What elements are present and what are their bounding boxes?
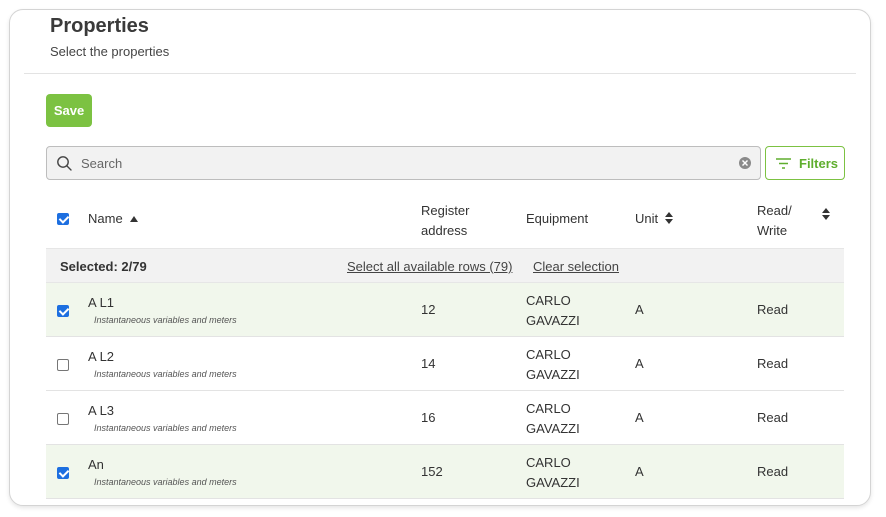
row-register: 12 xyxy=(421,302,436,317)
table-row[interactable]: A L1 Instantaneous variables and meters … xyxy=(46,283,844,337)
column-register-header[interactable]: Register address xyxy=(421,201,469,241)
page-title: Properties xyxy=(50,15,149,37)
row-rw: Read xyxy=(757,302,789,317)
page-subtitle: Select the properties xyxy=(50,44,170,59)
row-register: 14 xyxy=(421,356,436,371)
sort-updown-icon xyxy=(664,212,673,224)
row-description: Instantaneous variables and meters xyxy=(94,369,237,379)
clear-circle-icon[interactable] xyxy=(738,156,752,170)
row-checkbox[interactable] xyxy=(57,305,69,317)
table-row[interactable]: An Instantaneous variables and meters 15… xyxy=(46,445,844,499)
column-register-label-1: Register xyxy=(421,203,470,218)
clear-selection-link[interactable]: Clear selection xyxy=(533,259,619,274)
selection-bar: Selected: 2/79 Select all available rows… xyxy=(46,248,844,283)
table-header: Name Register address Equipment Unit Rea… xyxy=(46,190,844,248)
row-equipment-line2: GAVAZZI xyxy=(526,367,580,382)
row-equipment-line1: CARLO xyxy=(526,401,571,416)
row-rw: Read xyxy=(757,410,789,425)
row-unit: A xyxy=(635,410,644,425)
row-register: 152 xyxy=(421,464,443,479)
row-equipment: CARLO GAVAZZI xyxy=(526,399,606,439)
table-row[interactable]: A L2 Instantaneous variables and meters … xyxy=(46,337,844,391)
row-rw: Read xyxy=(757,356,789,371)
row-equipment-line1: CARLO xyxy=(526,293,571,308)
row-rw: Read xyxy=(757,464,789,479)
search-icon xyxy=(57,156,72,171)
row-name: An xyxy=(88,457,104,472)
row-unit: A xyxy=(635,464,644,479)
column-rw-label-1: Read/ xyxy=(757,203,792,218)
row-name: A L3 xyxy=(88,403,115,418)
row-checkbox[interactable] xyxy=(57,467,69,479)
selection-count: Selected: 2/79 xyxy=(60,259,147,274)
row-name: A L1 xyxy=(88,295,115,310)
search-box[interactable] xyxy=(46,146,761,180)
column-register-label-2: address xyxy=(421,223,468,238)
row-equipment-line2: GAVAZZI xyxy=(526,313,580,328)
header-divider xyxy=(24,73,856,74)
filters-label: Filters xyxy=(799,156,839,171)
column-rw-label-2: Write xyxy=(757,223,788,238)
caret-up-icon xyxy=(130,216,139,222)
column-equipment-header[interactable]: Equipment xyxy=(526,211,588,226)
row-unit: A xyxy=(635,356,644,371)
row-checkbox[interactable] xyxy=(57,359,69,371)
save-button[interactable]: Save xyxy=(46,94,92,127)
row-equipment: CARLO GAVAZZI xyxy=(526,453,606,493)
column-rw-header[interactable]: Read/ Write xyxy=(757,201,792,241)
column-unit-label: Unit xyxy=(635,211,659,226)
row-equipment: CARLO GAVAZZI xyxy=(526,291,606,331)
row-checkbox[interactable] xyxy=(57,413,69,425)
row-equipment-line2: GAVAZZI xyxy=(526,421,580,436)
row-register: 16 xyxy=(421,410,436,425)
select-all-rows-link[interactable]: Select all available rows (79) xyxy=(347,259,512,274)
row-name: A L2 xyxy=(88,349,115,364)
column-equipment-label: Equipment xyxy=(526,211,589,226)
row-equipment: CARLO GAVAZZI xyxy=(526,345,606,385)
row-equipment-line1: CARLO xyxy=(526,455,571,470)
column-name-label: Name xyxy=(88,211,123,226)
sort-updown-icon[interactable] xyxy=(821,207,831,221)
select-all-checkbox[interactable] xyxy=(57,213,69,225)
row-unit: A xyxy=(635,302,644,317)
row-equipment-line2: GAVAZZI xyxy=(526,475,580,490)
column-unit-header[interactable]: Unit xyxy=(635,211,674,226)
search-input[interactable] xyxy=(81,147,721,179)
row-description: Instantaneous variables and meters xyxy=(94,477,237,487)
table-row[interactable]: A L3 Instantaneous variables and meters … xyxy=(46,391,844,445)
column-name-header[interactable]: Name xyxy=(88,211,139,226)
filter-lines-icon xyxy=(776,158,791,169)
filters-button[interactable]: Filters xyxy=(765,146,845,180)
row-equipment-line1: CARLO xyxy=(526,347,571,362)
row-description: Instantaneous variables and meters xyxy=(94,315,237,325)
properties-panel: Properties Select the properties Save Fi… xyxy=(9,9,871,506)
row-description: Instantaneous variables and meters xyxy=(94,423,237,433)
